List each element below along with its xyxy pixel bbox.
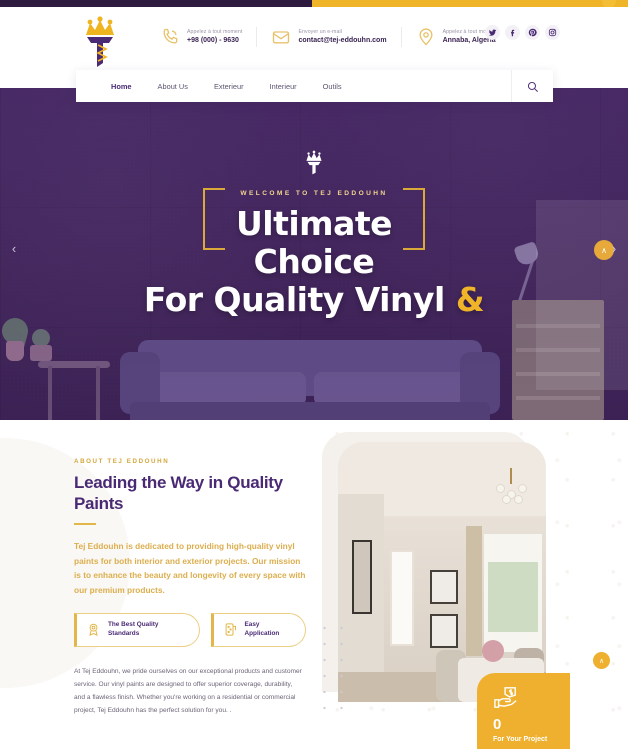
nav-item-outils[interactable]: Outils: [310, 82, 355, 91]
phone-icon: [160, 27, 180, 47]
header-contact-bar: Appelez à tout moment +98 (000) - 9630 E…: [160, 20, 512, 54]
contact-email[interactable]: Envoyer un e-mail contact@tej-eddouhn.co…: [256, 27, 400, 47]
easy-apply-icon: [223, 622, 238, 637]
site-logo[interactable]: [76, 15, 124, 71]
bracket-right-decoration: [403, 188, 425, 250]
pinterest-icon[interactable]: [525, 25, 540, 40]
contact-email-value: contact@tej-eddouhn.com: [298, 37, 387, 44]
price-card-caption: For Your Project: [493, 736, 548, 743]
feature-badge-easy-application-label: Easy Application: [244, 621, 280, 637]
slider-next-button[interactable]: ›: [606, 240, 622, 256]
hero-slider: WELCOME TO TEJ EDDOUHN Ultimate Choice F…: [0, 88, 628, 420]
nav-item-exterieur[interactable]: Exterieur: [201, 82, 257, 91]
interior-window-small: [390, 550, 414, 646]
price-card[interactable]: 0 For Your Project: [477, 673, 570, 749]
main-nav: Home About Us Exterieur Interieur Outils: [76, 82, 355, 91]
about-body-paragraph: At Tej Eddouhn, we pride ourselves on ou…: [74, 667, 302, 714]
feature-badge-easy-application[interactable]: Easy Application: [210, 613, 306, 647]
price-card-number: 0: [493, 716, 502, 733]
twitter-icon[interactable]: [485, 25, 500, 40]
about-heading: Leading the Way in Quality Paints: [74, 473, 283, 513]
curtain: [466, 526, 482, 656]
hero-welcome-text: WELCOME TO TEJ EDDOUHN: [240, 190, 388, 197]
hand-price-tag-icon: [493, 685, 519, 709]
crown-icon: [301, 150, 327, 176]
envelope-icon: [271, 27, 291, 47]
feature-badge-quality-label: The Best Quality Standards: [108, 621, 159, 637]
top-strip-gold: [312, 0, 628, 7]
hero-title-ampersand: &: [455, 280, 485, 319]
scroll-to-top-button[interactable]: ∧: [593, 652, 610, 669]
about-feature-badges: The Best Quality Standards Easy Applicat…: [74, 613, 306, 647]
hero-title-line-3-wrap: For Quality Vinyl &: [143, 280, 485, 319]
wall-picture-lower: [430, 614, 458, 648]
feature-badge-quality[interactable]: The Best Quality Standards: [74, 613, 200, 647]
nav-item-about-us[interactable]: About Us: [145, 82, 201, 91]
hero-title-line-2: Choice: [253, 242, 375, 281]
search-icon[interactable]: [511, 70, 553, 102]
contact-phone-label: Appelez à tout moment: [187, 29, 243, 35]
contact-phone[interactable]: Appelez à tout moment +98 (000) - 9630: [160, 27, 256, 47]
about-text-column: ABOUT TEJ EDDOUHN Leading the Way in Qua…: [74, 458, 306, 717]
about-divider: [74, 523, 96, 525]
flower-vase: [482, 640, 504, 662]
nav-item-home[interactable]: Home: [98, 82, 145, 91]
about-interior-image: [338, 442, 546, 702]
hero-title: Ultimate Choice For Quality Vinyl &: [143, 204, 485, 319]
bracket-left-decoration: [203, 188, 225, 250]
about-lead-paragraph: Tej Eddouhn is dedicated to providing hi…: [74, 541, 306, 595]
hero-title-line-1: Ultimate: [235, 204, 393, 243]
quality-seal-icon: [86, 622, 101, 637]
top-accent-strip: [0, 0, 628, 7]
facebook-icon[interactable]: [505, 25, 520, 40]
interior-room: [338, 442, 546, 702]
dot-grid-decoration: [316, 620, 350, 716]
contact-email-label: Envoyer un e-mail: [298, 29, 342, 35]
instagram-icon[interactable]: [545, 25, 560, 40]
hero-content: WELCOME TO TEJ EDDOUHN Ultimate Choice F…: [0, 88, 628, 420]
wall-picture-upper: [430, 570, 458, 604]
nav-item-interieur[interactable]: Interieur: [257, 82, 310, 91]
about-kicker: ABOUT TEJ EDDOUHN: [74, 458, 170, 465]
page-root: Appelez à tout moment +98 (000) - 9630 E…: [0, 0, 628, 749]
wall-picture-large: [352, 540, 372, 614]
hero-right-panel: [536, 200, 628, 390]
main-navigation-bar: Home About Us Exterieur Interieur Outils: [76, 70, 553, 102]
hero-title-line-3: For Quality Vinyl: [143, 280, 445, 319]
hero-welcome-row: WELCOME TO TEJ EDDOUHN: [189, 188, 439, 250]
map-pin-icon: [416, 27, 436, 47]
contact-phone-value: +98 (000) - 9630: [187, 37, 239, 44]
top-strip-dark: [0, 0, 312, 7]
social-links: [485, 25, 560, 40]
chandelier: [488, 468, 534, 504]
slider-prev-button[interactable]: ‹: [6, 240, 22, 256]
about-section: ABOUT TEJ EDDOUHN Leading the Way in Qua…: [0, 420, 628, 749]
